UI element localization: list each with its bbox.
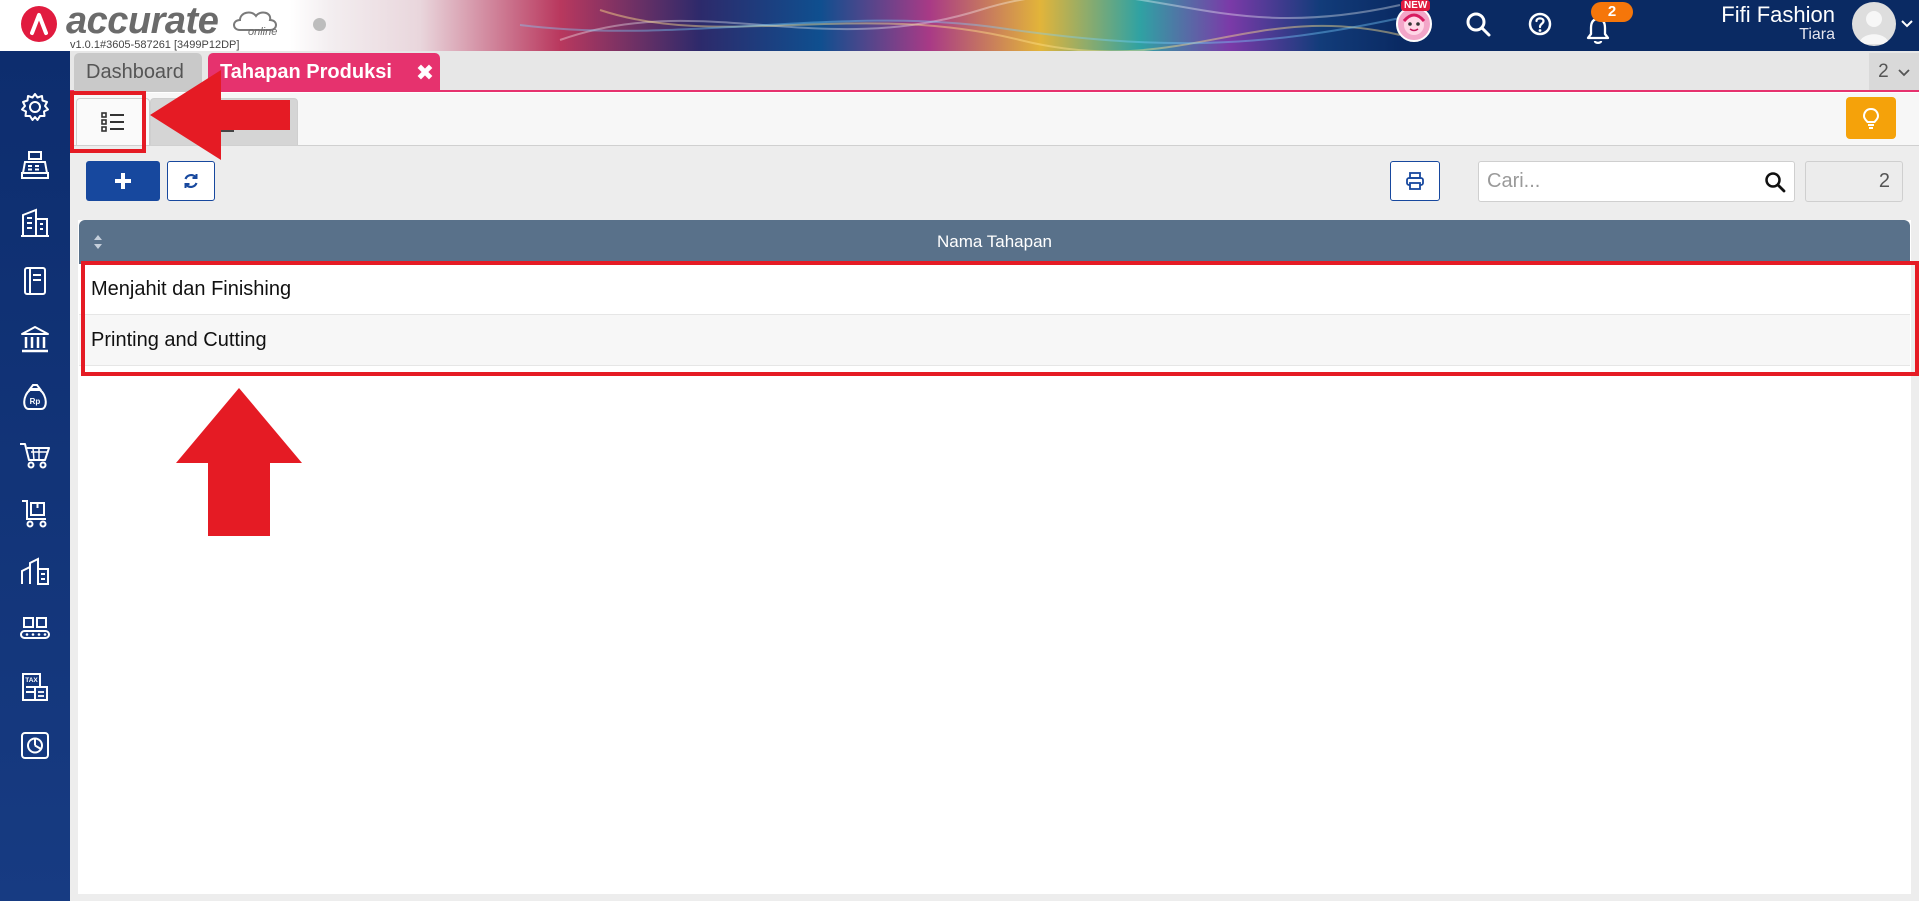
sidebar: Rp TAX xyxy=(0,51,70,901)
bank-icon[interactable] xyxy=(16,320,54,358)
settings-icon[interactable] xyxy=(16,88,54,126)
cash-register-icon[interactable] xyxy=(16,146,54,184)
chevron-down-icon xyxy=(1898,69,1910,77)
list-toolbar: 2 xyxy=(78,146,1911,220)
help-icon[interactable] xyxy=(1522,6,1558,42)
tips-button[interactable] xyxy=(1846,97,1896,139)
plus-icon xyxy=(115,173,131,189)
print-button[interactable] xyxy=(1390,161,1440,201)
purchase-cart-icon[interactable] xyxy=(16,494,54,532)
view-switch-bar xyxy=(70,93,1919,146)
company-name[interactable]: Fifi Fashion xyxy=(1721,2,1835,28)
accurate-logo-icon xyxy=(21,6,57,42)
shopping-cart-icon[interactable] xyxy=(16,436,54,474)
list-icon xyxy=(101,112,124,132)
chevron-down-icon[interactable] xyxy=(1900,16,1914,32)
svg-text:Rp: Rp xyxy=(30,397,41,406)
money-bag-icon[interactable]: Rp xyxy=(16,378,54,416)
table-row[interactable]: Menjahit dan Finishing xyxy=(79,264,1910,315)
record-count: 2 xyxy=(1805,161,1903,202)
search-icon[interactable] xyxy=(1764,171,1786,193)
app-version: v1.0.1#3605-587261 [3499P12DP] xyxy=(70,39,240,51)
top-header: accurate online v1.0.1#3605-587261 [3499… xyxy=(0,0,1919,51)
search-icon[interactable] xyxy=(1460,6,1496,42)
chart-report-icon[interactable] xyxy=(16,726,54,764)
svg-text:TAX: TAX xyxy=(25,677,38,684)
add-button[interactable] xyxy=(86,161,160,201)
column-header-nama-tahapan[interactable]: Nama Tahapan xyxy=(79,220,1910,264)
new-badge: NEW xyxy=(1401,0,1431,11)
logo-subtitle: online xyxy=(248,26,278,38)
printer-icon xyxy=(1406,172,1424,190)
form-view-button[interactable] xyxy=(150,98,298,145)
mascot-avatar-icon[interactable] xyxy=(1396,6,1432,42)
user-avatar[interactable] xyxy=(1852,2,1896,46)
close-tab-icon[interactable]: ✖ xyxy=(412,53,438,92)
open-tabs-count: 2 xyxy=(1878,61,1889,82)
status-dot xyxy=(313,18,326,31)
building-icon[interactable] xyxy=(16,204,54,242)
table-row[interactable]: Printing and Cutting xyxy=(79,315,1910,366)
search-input[interactable] xyxy=(1479,162,1749,201)
tab-strip: Dashboard Tahapan Produksi ✖ 2 xyxy=(70,51,1919,92)
refresh-button[interactable] xyxy=(167,161,215,201)
lightbulb-icon xyxy=(1862,107,1880,129)
refresh-icon xyxy=(184,174,198,188)
search-box[interactable] xyxy=(1478,161,1795,202)
user-name: Tiara xyxy=(1799,26,1835,43)
list-panel: 2 Nama Tahapan Menjahit dan Finishing Pr… xyxy=(78,146,1911,894)
open-tabs-dropdown[interactable]: 2 xyxy=(1869,53,1919,90)
inventory-icon[interactable] xyxy=(16,552,54,590)
logo-text: accurate xyxy=(66,0,219,42)
notification-count-badge: 2 xyxy=(1591,2,1633,22)
list-view-button[interactable] xyxy=(76,98,150,145)
tab-dashboard[interactable]: Dashboard xyxy=(74,53,202,92)
cell-nama-tahapan: Printing and Cutting xyxy=(91,329,267,351)
form-icon xyxy=(214,112,234,132)
content-area: 2 Nama Tahapan Menjahit dan Finishing Pr… xyxy=(70,146,1919,901)
ledger-book-icon[interactable] xyxy=(16,262,54,300)
tab-tahapan-produksi[interactable]: Tahapan Produksi xyxy=(208,53,440,92)
table-header: Nama Tahapan xyxy=(79,220,1910,264)
tax-report-icon[interactable]: TAX xyxy=(16,668,54,706)
production-icon[interactable] xyxy=(16,610,54,648)
cell-nama-tahapan: Menjahit dan Finishing xyxy=(91,278,292,300)
accurate-logo[interactable]: accurate online v1.0.1#3605-587261 [3499… xyxy=(20,0,290,51)
